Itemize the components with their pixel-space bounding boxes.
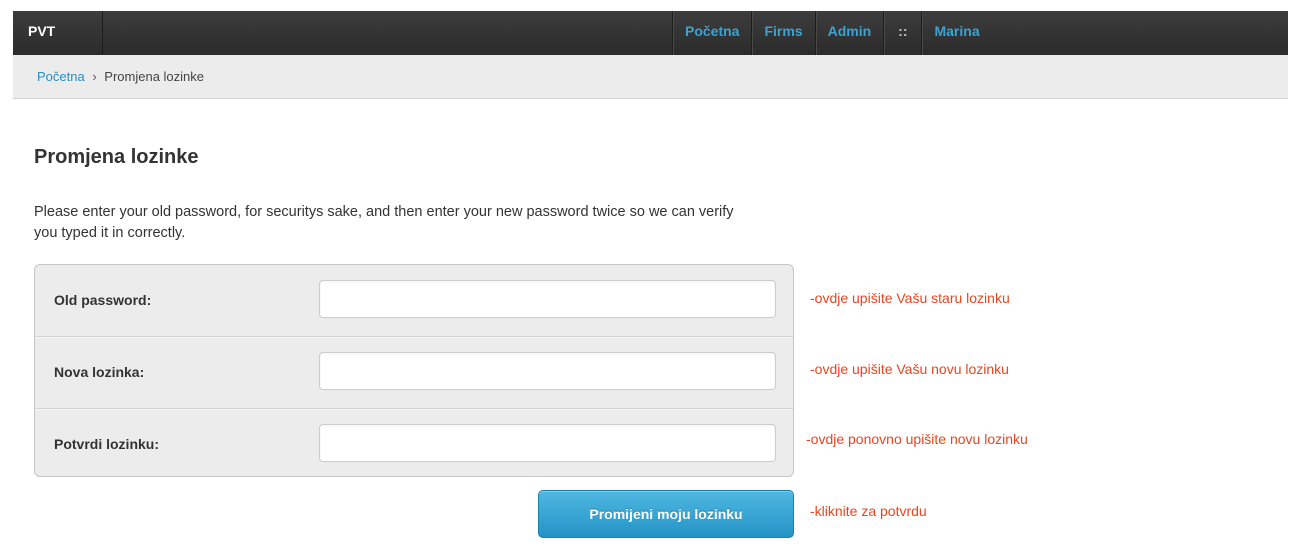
main-nav: Početna Firms Admin :: Marina <box>672 11 1176 55</box>
nav-item-user-marina[interactable]: Marina <box>921 11 1176 55</box>
new-password-label: Nova lozinka: <box>54 364 145 380</box>
password-form: Old password: Nova lozinka: Potvrdi lozi… <box>34 264 794 477</box>
form-row-confirm-password: Potvrdi lozinku: <box>35 409 793 476</box>
form-row-new-password: Nova lozinka: <box>35 337 793 409</box>
breadcrumb-separator: › <box>92 69 97 84</box>
nav-item-admin[interactable]: Admin <box>814 11 884 55</box>
old-password-input[interactable] <box>319 280 776 318</box>
confirm-password-hint: -ovdje ponovno upišite novu lozinku <box>806 431 1028 447</box>
confirm-password-label: Potvrdi lozinku: <box>54 436 159 452</box>
top-navbar: PVT Početna Firms Admin :: Marina <box>13 11 1288 55</box>
breadcrumb-home-link[interactable]: Početna <box>37 69 85 84</box>
brand-logo[interactable]: PVT <box>13 11 103 55</box>
form-row-old-password: Old password: <box>35 265 793 337</box>
old-password-label: Old password: <box>54 292 152 308</box>
nav-separator: :: <box>883 11 921 55</box>
breadcrumb: Početna › Promjena lozinke <box>13 55 1288 99</box>
page: PVT Početna Firms Admin :: Marina Početn… <box>0 0 1301 548</box>
submit-hint: -kliknite za potvrdu <box>810 503 927 519</box>
breadcrumb-current: Promjena lozinke <box>104 69 205 84</box>
nav-item-firms[interactable]: Firms <box>751 11 814 55</box>
confirm-password-input[interactable] <box>319 424 776 462</box>
old-password-hint: -ovdje upišite Vašu staru lozinku <box>810 290 1010 306</box>
page-title: Promjena lozinke <box>34 146 199 168</box>
nav-item-pocetna[interactable]: Početna <box>672 11 751 55</box>
new-password-hint: -ovdje upišite Vašu novu lozinku <box>810 361 1009 377</box>
intro-text: Please enter your old password, for secu… <box>34 204 734 241</box>
new-password-input[interactable] <box>319 352 776 390</box>
change-password-button[interactable]: Promijeni moju lozinku <box>538 490 794 538</box>
